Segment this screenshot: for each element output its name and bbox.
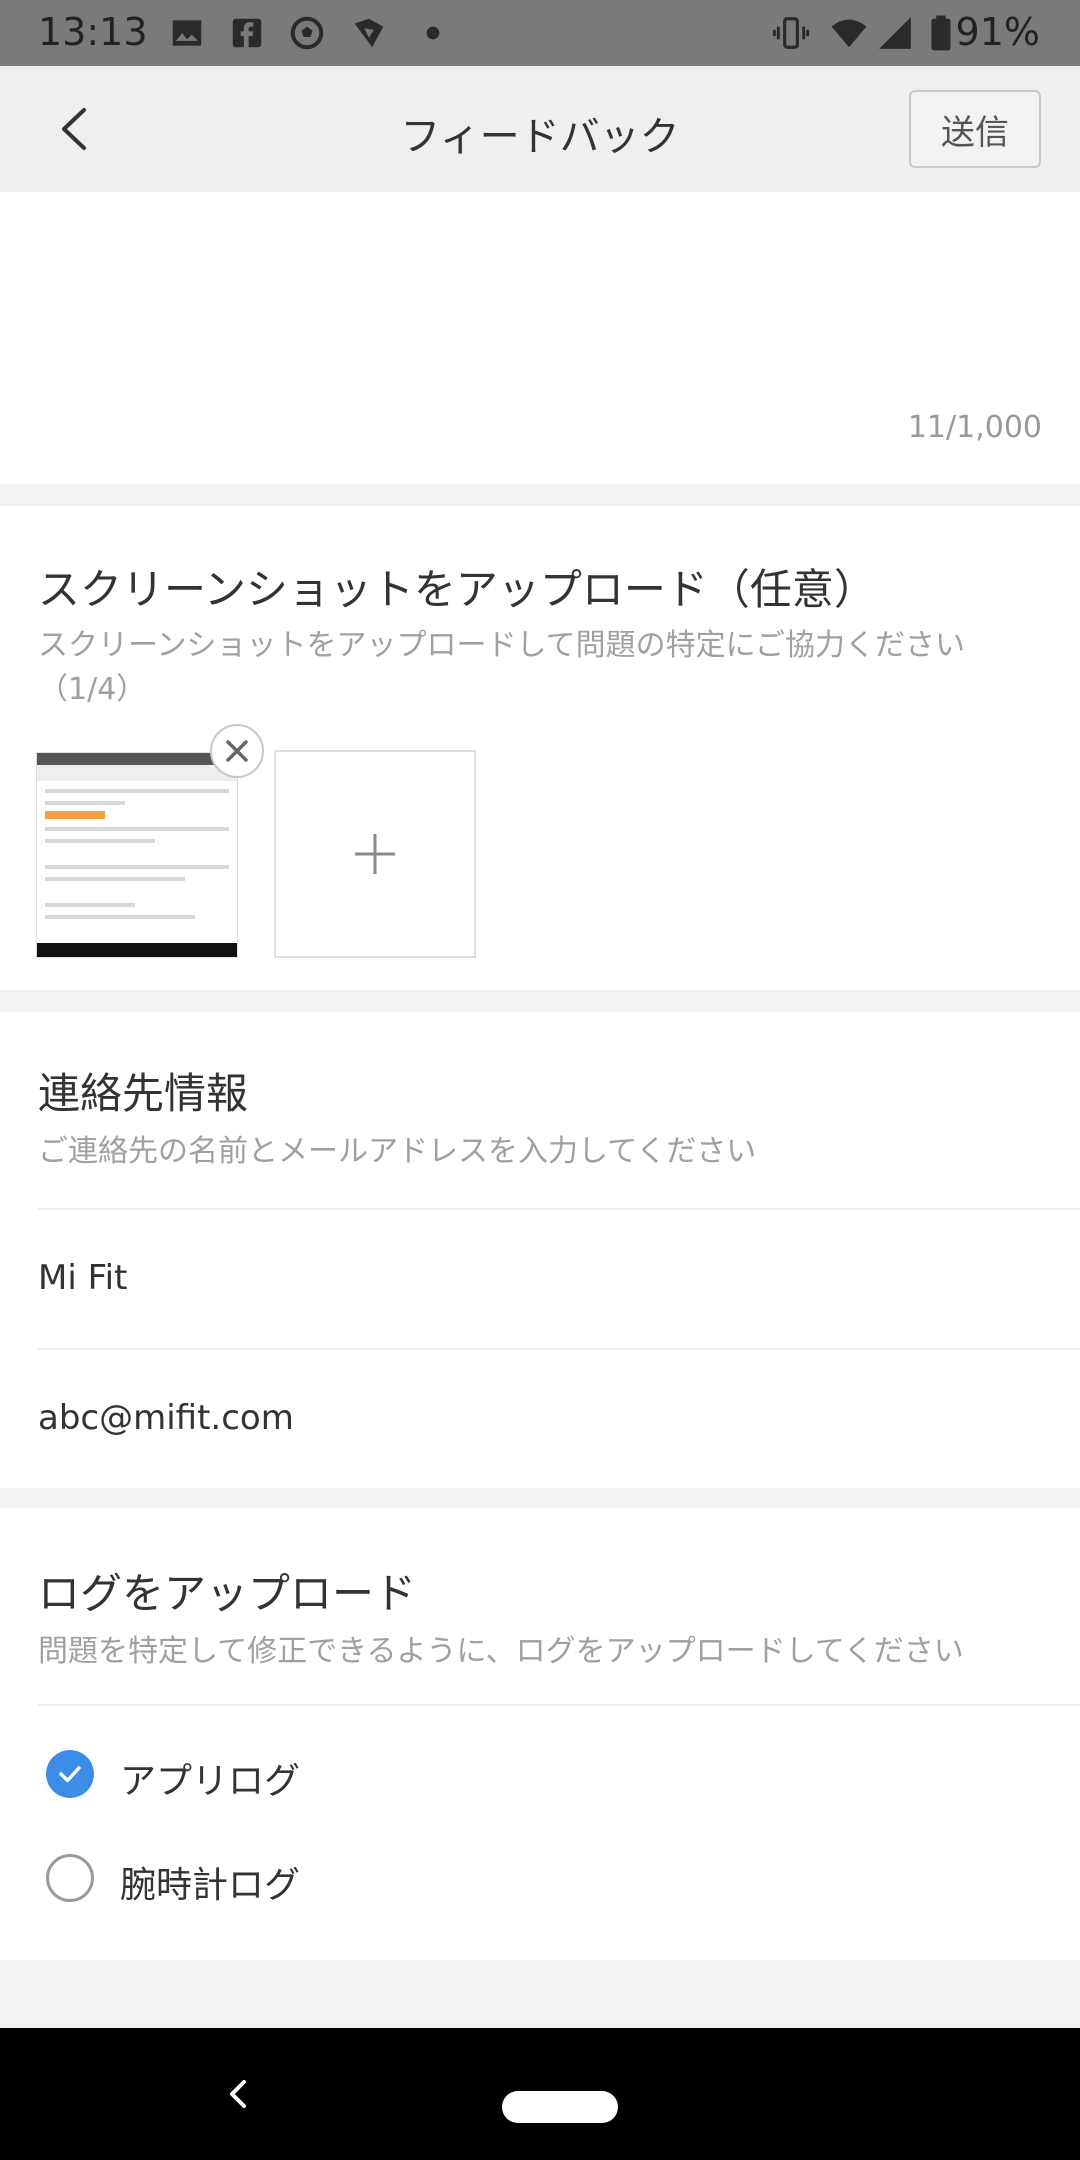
send-button[interactable]: 送信 [909,90,1041,168]
battery-icon [931,15,951,51]
status-time: 13:13 [38,10,148,54]
image-icon [172,20,202,46]
dot-icon [426,26,440,40]
battery-percent: 91% [955,10,1040,54]
nav-home-pill[interactable] [502,2091,618,2123]
system-nav-bar [0,2028,1080,2160]
contact-section: 連絡先情報 ご連絡先の名前とメールアドレスを入力してください Mi Fit ab… [0,1012,1080,1488]
soccer-icon [290,16,324,50]
log-subtitle: 問題を特定して修正できるように、ログをアップロードしてください [38,1634,964,1669]
app-header: フィードバック 送信 [0,66,1080,192]
screenshot-title: スクリーンショットをアップロード（任意） [38,565,876,614]
screenshot-section: スクリーンショットをアップロード（任意） スクリーンショットをアップロードして問… [0,506,1080,990]
divider [38,1704,1080,1706]
char-counter: 11/1,000 [907,410,1042,445]
facebook-icon [232,18,262,48]
signal-icon [879,17,911,49]
remove-screenshot-button[interactable] [210,724,264,778]
screenshot-thumbnail[interactable] [36,752,238,958]
wifi-icon [831,19,867,48]
vibrate-icon [772,17,810,49]
status-bar: 13:13 91% [0,0,1080,66]
plus-icon [355,834,395,874]
screenshot-subtitle: スクリーンショットをアップロードして問題の特定にご協力ください（1/4） [38,628,965,707]
close-icon [226,740,248,762]
divider [38,1348,1080,1350]
watch-log-label[interactable]: 腕時計ログ [120,1856,300,1908]
name-field[interactable]: Mi Fit [38,1258,127,1298]
app-log-checkbox[interactable] [46,1750,94,1798]
checkmark-icon [59,1766,81,1783]
nav-back-icon[interactable] [222,2074,252,2114]
app-shield-icon [354,18,384,48]
app-log-label[interactable]: アプリログ [120,1752,300,1804]
divider [38,1208,1080,1210]
contact-title: 連絡先情報 [38,1069,249,1118]
contact-subtitle: ご連絡先の名前とメールアドレスを入力してください [38,1134,757,1169]
log-title: ログをアップロード [38,1569,417,1618]
log-section: ログをアップロード 問題を特定して修正できるように、ログをアップロードしてくださ… [0,1508,1080,1960]
watch-log-checkbox[interactable] [46,1854,94,1902]
feedback-textarea[interactable]: 11/1,000 [0,192,1080,484]
email-field[interactable]: abc@mifit.com [38,1398,294,1438]
add-screenshot-button[interactable] [274,750,476,958]
